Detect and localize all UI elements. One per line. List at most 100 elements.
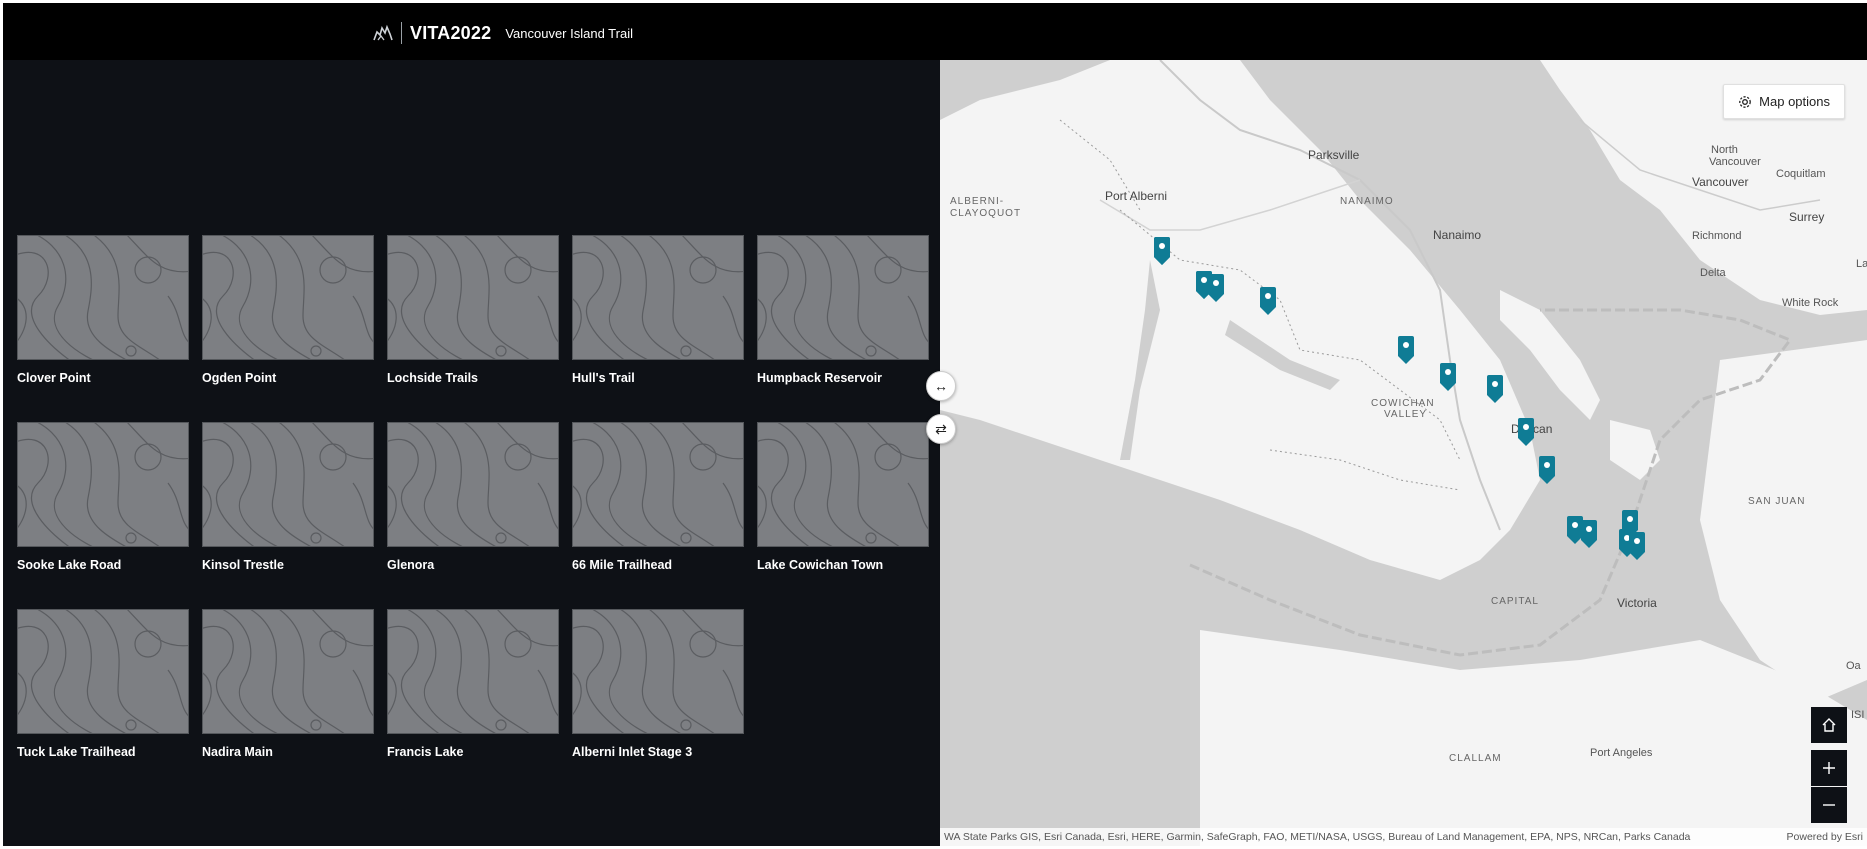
gallery-thumbnail[interactable] [387, 609, 559, 734]
topo-placeholder-image [18, 423, 188, 546]
gallery-card[interactable]: Kinsol Trestle [202, 422, 374, 572]
topo-placeholder-image [203, 236, 373, 359]
gallery-card-label: Humpback Reservoir [757, 371, 883, 385]
bear-logo-icon [373, 24, 393, 41]
gallery-thumbnail[interactable] [757, 235, 929, 360]
gallery-card-label: Tuck Lake Trailhead [17, 745, 136, 759]
map-marker-icon[interactable] [1538, 456, 1556, 484]
marker-pin-shape [1518, 418, 1534, 446]
gallery-thumbnail[interactable] [572, 609, 744, 734]
gallery-card-label: Glenora [387, 558, 435, 572]
app-title: Vancouver Island Trail [505, 25, 633, 41]
map-options-button[interactable]: Map options [1723, 84, 1845, 119]
gallery-thumbnail[interactable] [17, 235, 189, 360]
gallery-card[interactable]: 66 Mile Trailhead [572, 422, 744, 572]
map-place-label: Vancouver [1692, 175, 1749, 189]
map-place-label: VALLEY [1384, 409, 1428, 420]
home-button[interactable] [1811, 707, 1847, 743]
gallery-card[interactable]: Sooke Lake Road [17, 422, 189, 572]
gallery-thumbnail[interactable] [202, 235, 374, 360]
map-place-label: CLAYOQUOT [950, 208, 1022, 219]
gallery-thumbnail[interactable] [572, 422, 744, 547]
topo-placeholder-image [18, 236, 188, 359]
gallery-card[interactable]: Glenora [387, 422, 559, 572]
map-place-label: NANAIMO [1340, 196, 1394, 207]
powered-by-esri[interactable]: Powered by Esri [1787, 828, 1863, 846]
gallery-thumbnail[interactable] [17, 609, 189, 734]
map-place-label: Nanaimo [1433, 228, 1482, 242]
map-marker-icon[interactable] [1486, 375, 1504, 403]
gallery-card-label: Sooke Lake Road [17, 558, 122, 572]
gallery-card-label: Hull's Trail [572, 371, 635, 385]
map-marker-icon[interactable] [1153, 237, 1171, 265]
gallery-card[interactable]: Nadira Main [202, 609, 374, 759]
gallery-card-label: Lake Cowichan Town [757, 558, 884, 572]
marker-pin-shape [1440, 363, 1456, 391]
gallery-thumbnail[interactable] [387, 235, 559, 360]
map-marker-icon[interactable] [1439, 363, 1457, 391]
gallery-card[interactable]: Hull's Trail [572, 235, 744, 385]
app-short-title: VITA2022 [410, 22, 492, 43]
map-marker-icon[interactable] [1517, 418, 1535, 446]
map-marker-icon[interactable] [1628, 532, 1646, 560]
map-place-label: ISI [1851, 709, 1865, 721]
map-place-label: Port Alberni [1105, 189, 1168, 203]
map-marker-icon[interactable] [1580, 520, 1598, 548]
app-header: VITA2022 Vancouver Island Trail [3, 3, 1867, 60]
gallery-card[interactable]: Humpback Reservoir [757, 235, 929, 385]
gallery-thumbnail[interactable] [572, 235, 744, 360]
map-attribution: WA State Parks GIS, Esri Canada, Esri, H… [940, 828, 1867, 846]
resize-panels-button[interactable]: ↔ [926, 371, 956, 401]
gallery-card[interactable]: Tuck Lake Trailhead [17, 609, 189, 759]
marker-pin-shape [1629, 532, 1645, 560]
gallery-card[interactable]: Lake Cowichan Town [757, 422, 929, 572]
gallery-card[interactable]: Francis Lake [387, 609, 559, 759]
gallery-card[interactable]: Alberni Inlet Stage 3 [572, 609, 744, 759]
map-place-label: Coquitlam [1776, 168, 1826, 180]
map-place-label: North [1711, 144, 1738, 156]
map-place-label: COWICHAN [1371, 398, 1435, 409]
gallery-card-label: Francis Lake [387, 745, 464, 759]
topo-placeholder-image [388, 236, 558, 359]
swap-panels-button[interactable]: ⇄ [926, 414, 956, 444]
map-place-label: Oa [1846, 660, 1861, 672]
gallery-thumbnail[interactable] [202, 422, 374, 547]
gallery-card-label: Kinsol Trestle [202, 558, 284, 572]
gallery-card[interactable]: Lochside Trails [387, 235, 559, 385]
brand[interactable]: VITA2022 Vancouver Island Trail [371, 22, 633, 44]
map-place-label: Surrey [1789, 210, 1825, 224]
plus-icon [1823, 762, 1835, 774]
topo-placeholder-image [758, 423, 928, 546]
topo-placeholder-image [388, 423, 558, 546]
gallery-thumbnail[interactable] [202, 609, 374, 734]
map-marker-icon[interactable] [1397, 336, 1415, 364]
gallery-thumbnail[interactable] [17, 422, 189, 547]
map-place-label: CAPITAL [1491, 596, 1539, 607]
gallery-card-label: Nadira Main [202, 745, 273, 759]
topo-placeholder-image [388, 610, 558, 733]
map-place-label: La [1856, 258, 1867, 270]
map-place-label: Vancouver [1709, 156, 1761, 168]
map-view[interactable]: Parksville Port Alberni ALBERNI- CLAYOQUOT N… [940, 60, 1867, 846]
topo-placeholder-image [573, 236, 743, 359]
map-marker-icon[interactable] [1259, 287, 1277, 315]
gallery-thumbnail[interactable] [757, 422, 929, 547]
zoom-in-button[interactable] [1811, 750, 1847, 786]
zoom-out-button[interactable] [1811, 787, 1847, 823]
map-options-label: Map options [1759, 94, 1830, 109]
marker-pin-shape [1196, 271, 1212, 299]
gallery-card[interactable]: Ogden Point [202, 235, 374, 385]
topo-placeholder-image [573, 610, 743, 733]
gallery-card-label: 66 Mile Trailhead [572, 558, 673, 572]
map-place-label: Victoria [1617, 596, 1657, 610]
swap-panels-icon: ⇄ [935, 420, 947, 437]
marker-pin-shape [1581, 520, 1597, 548]
minus-icon [1823, 804, 1835, 806]
map-place-label: White Rock [1782, 297, 1839, 309]
gallery-card-label: Clover Point [17, 371, 91, 385]
map-place-label: Port Angeles [1590, 747, 1653, 759]
gallery-card[interactable]: Clover Point [17, 235, 189, 385]
topo-placeholder-image [573, 423, 743, 546]
map-marker-icon[interactable] [1195, 271, 1213, 299]
gallery-thumbnail[interactable] [387, 422, 559, 547]
